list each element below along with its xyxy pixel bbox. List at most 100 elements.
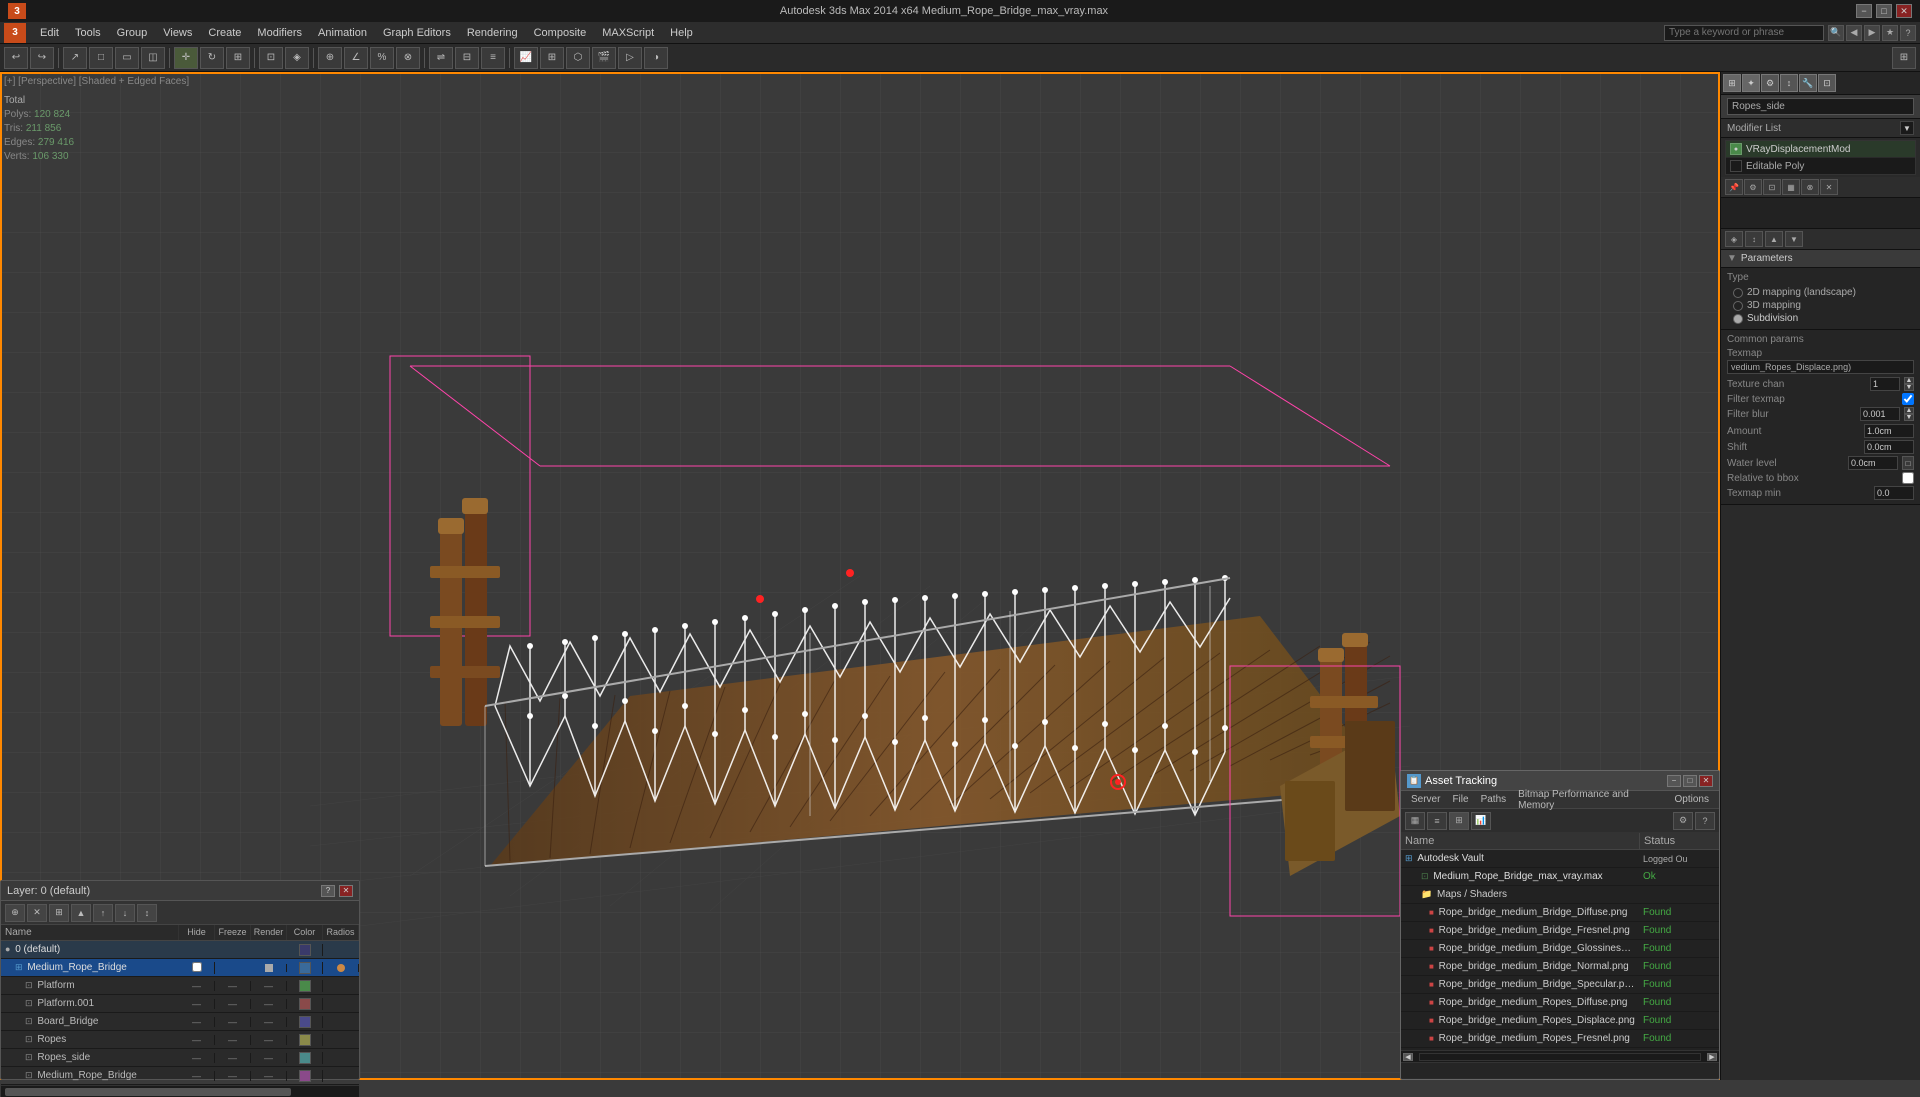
layer-row-ropes-side[interactable]: ⊡ Ropes_side — — — (1, 1049, 359, 1067)
asset-row-vault[interactable]: ⊞ Autodesk Vault Logged Ou (1401, 850, 1719, 868)
redo-button[interactable]: ↪ (30, 47, 54, 69)
asset-tool-4[interactable]: 📊 (1471, 812, 1491, 830)
select-region[interactable]: ▭ (115, 47, 139, 69)
asset-row-specular[interactable]: ■ Rope_bridge_medium_Bridge_Specular.png… (1401, 976, 1719, 994)
mod-pin[interactable]: 📌 (1725, 179, 1743, 195)
layer-tool-5[interactable]: ↑ (93, 904, 113, 922)
mod-make-unique[interactable]: ◈ (1725, 231, 1743, 247)
layer-row-platform001[interactable]: ⊡ Platform.001 — — — (1, 995, 359, 1013)
menu-modifiers[interactable]: Modifiers (249, 25, 310, 41)
mod-show-end[interactable]: ⊡ (1763, 179, 1781, 195)
asset-menu-server[interactable]: Server (1405, 793, 1446, 806)
search-button[interactable]: 🔍 (1828, 25, 1844, 41)
viewport-layout[interactable]: ⊞ (1892, 47, 1916, 69)
mod-configure[interactable]: ⚙ (1744, 179, 1762, 195)
mod-sub-object[interactable]: ↕ (1745, 231, 1763, 247)
spin-down[interactable]: ▼ (1904, 384, 1914, 391)
spinner-snap[interactable]: ⊗ (396, 47, 420, 69)
asset-tool-r1[interactable]: ⚙ (1673, 812, 1693, 830)
radio-subdiv[interactable]: Subdivision (1727, 312, 1914, 325)
layer-tool-6[interactable]: ↓ (115, 904, 135, 922)
water-level-input[interactable] (1848, 456, 1898, 470)
percent-snap[interactable]: % (370, 47, 394, 69)
asset-hscroll[interactable]: ◀ ▶ (1401, 1050, 1719, 1062)
rotate-tool[interactable]: ↻ (200, 47, 224, 69)
layer-row-board[interactable]: ⊡ Board_Bridge — — — (1, 1013, 359, 1031)
asset-row-maxfile[interactable]: ⊡ Medium_Rope_Bridge_max_vray.max Ok (1401, 868, 1719, 886)
filter-texmap-check[interactable] (1902, 393, 1914, 405)
layer-row-ropes[interactable]: ⊡ Ropes — — — (1, 1031, 359, 1049)
radio-3d-btn[interactable] (1733, 301, 1743, 311)
layer-tool-3[interactable]: ⊞ (49, 904, 69, 922)
menu-maxscript[interactable]: MAXScript (594, 25, 662, 41)
menu-edit[interactable]: Edit (32, 25, 67, 41)
asset-row-rdiffuse[interactable]: ■ Rope_bridge_medium_Ropes_Diffuse.png F… (1401, 994, 1719, 1012)
layer-row-platform[interactable]: ⊡ Platform — — — (1, 977, 359, 995)
menu-rendering[interactable]: Rendering (459, 25, 526, 41)
search-next[interactable]: ▶ (1864, 25, 1880, 41)
mod-arrow-up[interactable]: ▲ (1765, 231, 1783, 247)
parameters-header[interactable]: ▼ Parameters (1721, 250, 1920, 268)
move-tool[interactable]: ✛ (174, 47, 198, 69)
asset-row-gloss[interactable]: ■ Rope_bridge_medium_Bridge_Glossiness.p… (1401, 940, 1719, 958)
hscroll-thumb[interactable] (1419, 1053, 1702, 1061)
menu-graph-editors[interactable]: Graph Editors (375, 25, 459, 41)
menu-tools[interactable]: Tools (67, 25, 109, 41)
menu-group[interactable]: Group (109, 25, 156, 41)
asset-tool-3[interactable]: ⊞ (1449, 812, 1469, 830)
active-shade[interactable]: ◑ (644, 47, 668, 69)
select-tool[interactable]: ↗ (63, 47, 87, 69)
asset-close[interactable]: ✕ (1699, 775, 1713, 787)
mod-active-inactive[interactable]: ⊗ (1801, 179, 1819, 195)
asset-menu-file[interactable]: File (1446, 793, 1474, 806)
asset-menu-bitmap[interactable]: Bitmap Performance and Memory (1512, 788, 1668, 812)
layer-row-mrb[interactable]: ⊞ Medium_Rope_Bridge (1, 959, 359, 977)
panel-icon-5[interactable]: 🔧 (1799, 74, 1817, 92)
search-prev[interactable]: ◀ (1846, 25, 1862, 41)
maximize-button[interactable]: □ (1876, 4, 1892, 18)
reference-coord[interactable]: ⊡ (259, 47, 283, 69)
asset-row-fresnel[interactable]: ■ Rope_bridge_medium_Bridge_Fresnel.png … (1401, 922, 1719, 940)
schematic-view[interactable]: ⊞ (540, 47, 564, 69)
mod-arrow-down[interactable]: ▼ (1785, 231, 1803, 247)
panel-icon-1[interactable]: ⊞ (1723, 74, 1741, 92)
layer-tool-7[interactable]: ↕ (137, 904, 157, 922)
water-level-check[interactable]: □ (1902, 456, 1914, 470)
panel-icon-3[interactable]: ⚙ (1761, 74, 1779, 92)
filter-blur-input[interactable] (1860, 407, 1900, 421)
asset-menu-options[interactable]: Options (1669, 793, 1715, 806)
select-by-name[interactable]: □ (89, 47, 113, 69)
snap-toggle[interactable]: ⊕ (318, 47, 342, 69)
relative-bbox-check[interactable] (1902, 472, 1914, 484)
asset-menu-paths[interactable]: Paths (1475, 793, 1513, 806)
search-input[interactable] (1664, 25, 1824, 41)
texture-chan-spinner[interactable]: ▲ ▼ (1904, 377, 1914, 391)
layer-row-0[interactable]: ● 0 (default) (1, 941, 359, 959)
layers-scrollbar[interactable] (1, 1085, 359, 1097)
pivot-point[interactable]: ◈ (285, 47, 309, 69)
menu-composite[interactable]: Composite (526, 25, 595, 41)
modifier-vray[interactable]: ● VRayDisplacementMod (1726, 141, 1915, 158)
bookmark-icon[interactable]: ★ (1882, 25, 1898, 41)
layer-manager[interactable]: ≡ (481, 47, 505, 69)
radio-3d[interactable]: 3D mapping (1727, 299, 1914, 312)
mod-show-result[interactable]: ▦ (1782, 179, 1800, 195)
menu-views[interactable]: Views (155, 25, 200, 41)
render-setup[interactable]: 🎬 (592, 47, 616, 69)
close-button[interactable]: ✕ (1896, 4, 1912, 18)
layers-close[interactable]: ✕ (339, 885, 353, 897)
asset-row-rfresnel[interactable]: ■ Rope_bridge_medium_Ropes_Fresnel.png F… (1401, 1030, 1719, 1048)
panel-icon-6[interactable]: ⊡ (1818, 74, 1836, 92)
asset-tool-1[interactable]: ▦ (1405, 812, 1425, 830)
texmap-value[interactable]: vedium_Ropes_Displace.png) (1727, 360, 1914, 374)
shift-input[interactable] (1864, 440, 1914, 454)
asset-row-rdisplace[interactable]: ■ Rope_bridge_medium_Ropes_Displace.png … (1401, 1012, 1719, 1030)
asset-row-normal[interactable]: ■ Rope_bridge_medium_Bridge_Normal.png F… (1401, 958, 1719, 976)
window-crossing[interactable]: ◫ (141, 47, 165, 69)
help-icon[interactable]: ? (1900, 25, 1916, 41)
layer-tool-2[interactable]: ✕ (27, 904, 47, 922)
angle-snap[interactable]: ∠ (344, 47, 368, 69)
render-button[interactable]: ▷ (618, 47, 642, 69)
layer-tool-1[interactable]: ⊕ (5, 904, 25, 922)
texmap-min-input[interactable] (1874, 486, 1914, 500)
